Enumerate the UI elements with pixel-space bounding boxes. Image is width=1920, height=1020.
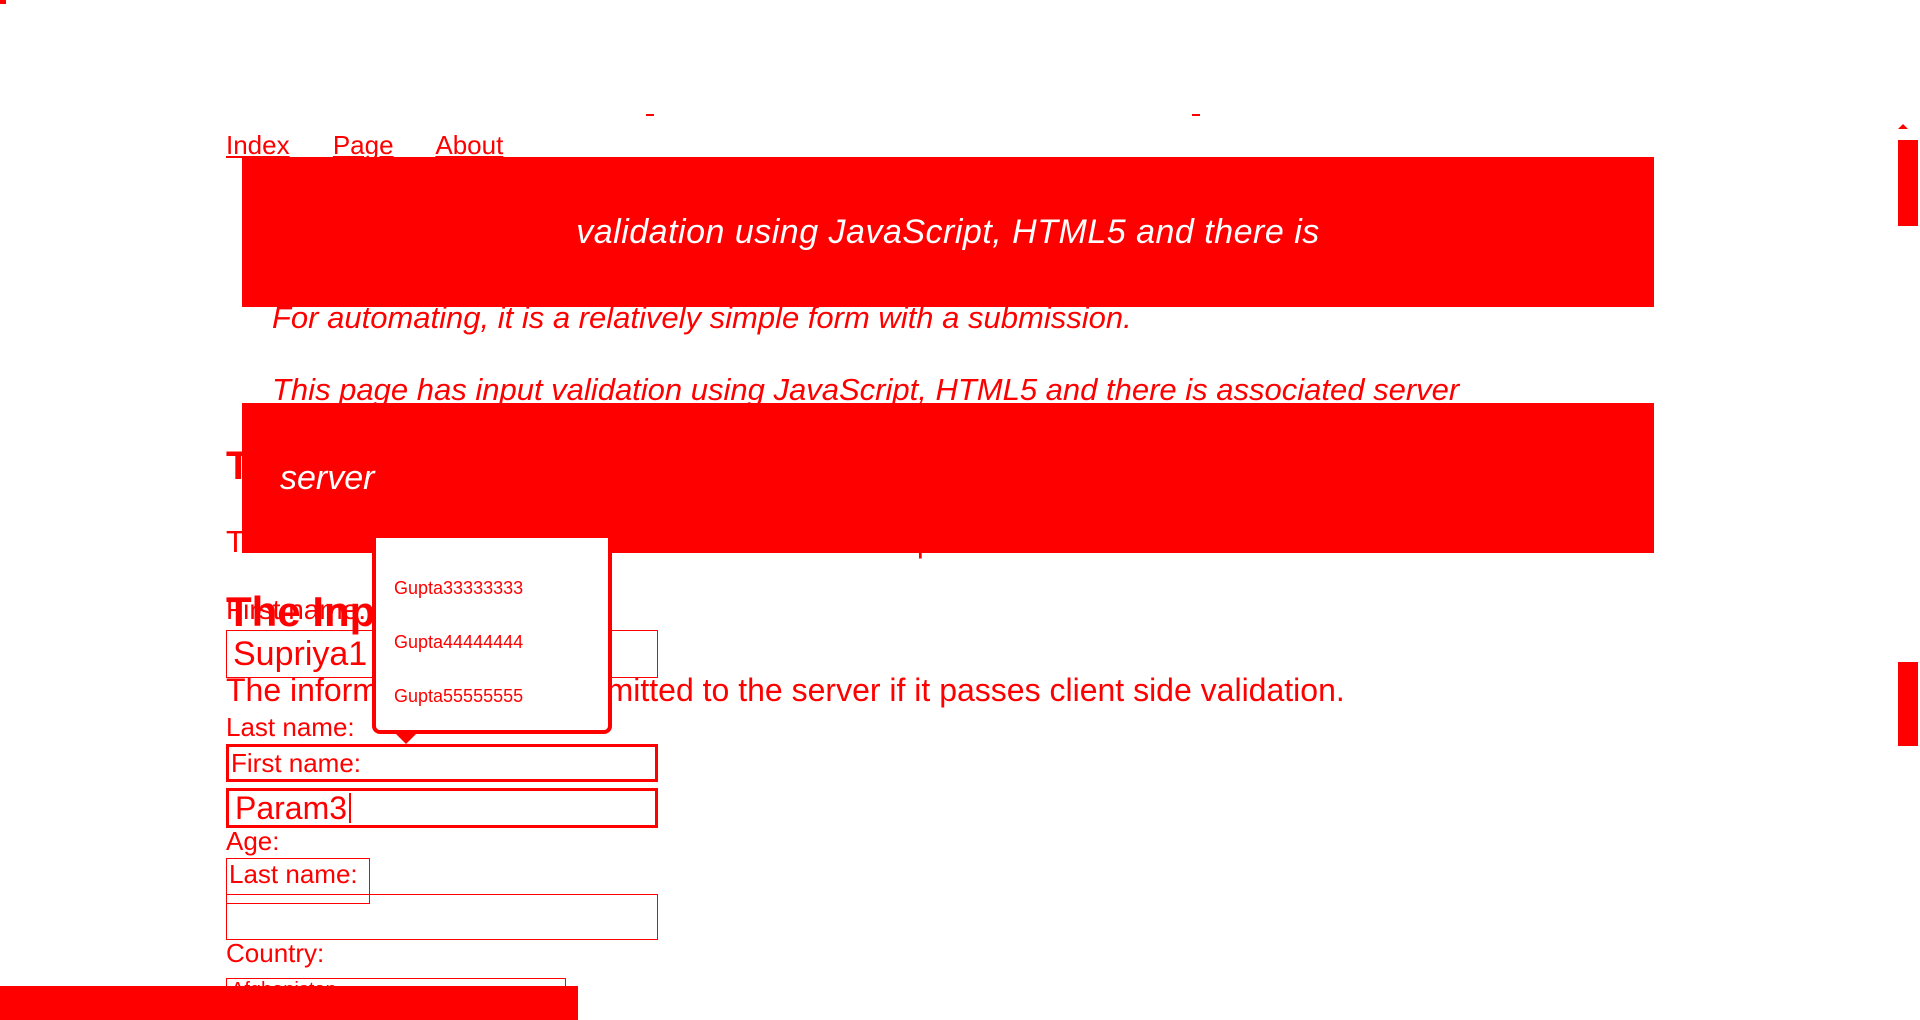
middle-banner-text: server	[280, 458, 375, 497]
autocomplete-option[interactable]: Gupta33333333	[394, 578, 523, 599]
text-caret	[349, 793, 352, 823]
header-dash-right	[1192, 114, 1200, 116]
middle-banner: server	[242, 403, 1654, 553]
first-name-label: First name:	[226, 744, 658, 782]
top-banner: validation using JavaScript, HTML5 and t…	[242, 157, 1654, 307]
autocomplete-pointer	[396, 734, 416, 744]
autocomplete-popup: Gupta33333333 Gupta44444444 Gupta5555555…	[372, 538, 612, 734]
scroll-up-arrow-icon[interactable]	[1898, 124, 1908, 129]
nav-link-page[interactable]: Page	[333, 130, 394, 160]
first-name-label-text: First name:	[231, 747, 362, 778]
scrollbar-thumb-secondary[interactable]	[1898, 662, 1918, 746]
first-name-input[interactable]: Param3	[226, 788, 658, 828]
header-dash-left	[646, 114, 654, 116]
autocomplete-option[interactable]: Gupta55555555	[394, 686, 523, 707]
last-name-label-previous: Last name:	[226, 712, 355, 742]
scrollbar-thumb[interactable]	[1898, 140, 1918, 226]
nav-link-about[interactable]: About	[435, 130, 503, 160]
bottom-status-bar	[0, 986, 578, 1020]
last-name-label-text: Last name:	[229, 859, 358, 889]
first-name-value: Param3	[235, 789, 348, 826]
last-name-input[interactable]	[226, 894, 658, 940]
first-name-previous-value: Supriya1	[233, 634, 368, 673]
corner-marker	[0, 0, 6, 4]
top-banner-text: validation using JavaScript, HTML5 and t…	[576, 212, 1320, 251]
autocomplete-option[interactable]: Gupta44444444	[394, 632, 523, 653]
nav-link-index[interactable]: Index	[226, 130, 290, 160]
age-label: Age:	[226, 826, 280, 856]
country-label: Country:	[226, 938, 325, 968]
intro-line-1: For automating, it is a relatively simpl…	[272, 300, 1132, 335]
